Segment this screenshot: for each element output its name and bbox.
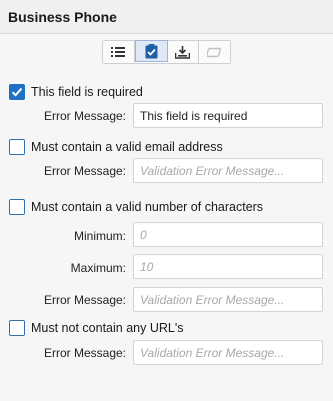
- clear-view-button[interactable]: [199, 41, 230, 63]
- url-error-label: Error Message:: [43, 346, 126, 360]
- url-label: Must not contain any URL's: [31, 321, 184, 335]
- email-error-label: Error Message:: [43, 164, 126, 178]
- validation-view-button[interactable]: [134, 40, 168, 62]
- email-label: Must contain a valid email address: [31, 140, 223, 154]
- max-input[interactable]: 10: [133, 254, 323, 279]
- url-error-placeholder: Validation Error Message...: [140, 346, 285, 360]
- chars-checkbox[interactable]: [9, 199, 25, 215]
- min-label: Minimum:: [73, 229, 126, 243]
- required-checkbox[interactable]: [9, 84, 25, 100]
- chars-error-label: Error Message:: [43, 293, 126, 307]
- max-placeholder: 10: [140, 260, 154, 274]
- eraser-icon: [207, 47, 222, 57]
- min-placeholder: 0: [140, 228, 147, 242]
- chars-error-input[interactable]: Validation Error Message...: [133, 287, 323, 312]
- panel-title: Business Phone: [8, 9, 117, 25]
- max-label: Maximum:: [70, 261, 126, 275]
- email-error-placeholder: Validation Error Message...: [140, 164, 285, 178]
- url-checkbox[interactable]: [9, 320, 25, 336]
- url-error-input[interactable]: Validation Error Message...: [133, 340, 323, 365]
- download-tray-icon: [175, 45, 191, 59]
- panel-header: Business Phone: [0, 0, 333, 34]
- chars-label: Must contain a valid number of character…: [31, 200, 264, 214]
- required-error-label: Error Message:: [43, 109, 126, 123]
- view-toolbar: [102, 40, 231, 64]
- checkmark-icon: [11, 87, 23, 97]
- required-error-input[interactable]: This field is required: [133, 103, 323, 128]
- clipboard-check-icon: [145, 43, 158, 58]
- list-icon: [111, 47, 126, 57]
- import-view-button[interactable]: [167, 41, 200, 63]
- chars-error-placeholder: Validation Error Message...: [140, 293, 285, 307]
- email-checkbox[interactable]: [9, 139, 25, 155]
- list-view-button[interactable]: [103, 41, 135, 63]
- min-input[interactable]: 0: [133, 222, 323, 247]
- required-error-value: This field is required: [140, 109, 248, 123]
- required-label: This field is required: [31, 85, 143, 99]
- email-error-input[interactable]: Validation Error Message...: [133, 158, 323, 183]
